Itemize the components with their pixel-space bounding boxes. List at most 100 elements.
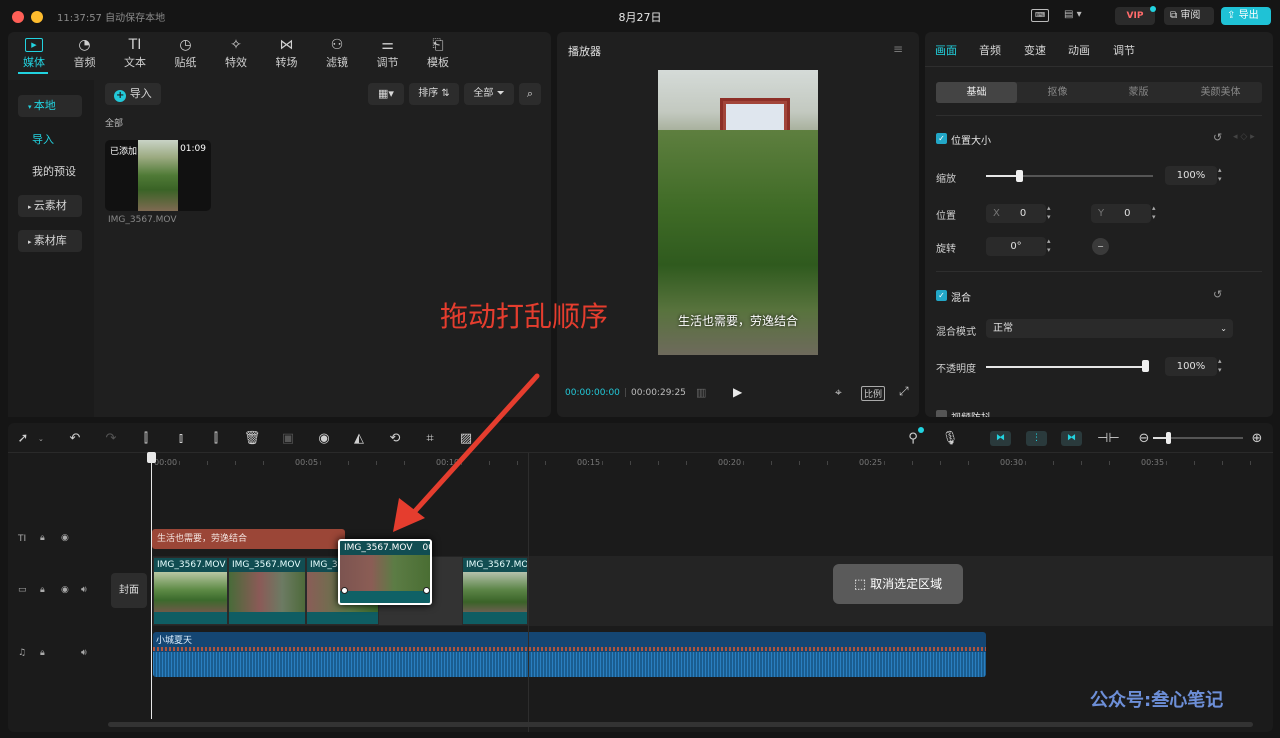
position-label: 位置	[936, 211, 956, 222]
sidebar-item-local[interactable]: ▾ 本地	[18, 95, 82, 117]
video-clip[interactable]: IMG_3567.MOV	[153, 557, 228, 625]
media-asset-card[interactable]: 已添加 01:09	[105, 140, 211, 211]
ratio-button[interactable]: 比例	[861, 386, 886, 401]
close-window-button[interactable]	[12, 11, 24, 23]
text-track-eye-icon[interactable]: ◉	[61, 533, 69, 543]
position-x-field[interactable]: X0	[986, 204, 1046, 223]
blend-checkbox[interactable]: ✓	[936, 290, 947, 301]
effects-icon: ✧	[230, 37, 242, 53]
fullscreen-capture-icon[interactable]: ⌖	[835, 385, 842, 400]
filter-button[interactable]: 全部 ⏷	[464, 83, 514, 105]
position-y-stepper-icon[interactable]: ▴ ▾	[1152, 204, 1156, 222]
tab-animation[interactable]: 动画	[1068, 42, 1090, 58]
trim-handle-right[interactable]	[423, 587, 430, 594]
rotate-field[interactable]: 0°	[986, 237, 1046, 256]
vip-notification-dot	[1150, 6, 1156, 12]
export-button[interactable]: ⇪ 导出	[1221, 7, 1271, 25]
sidebar-item-cloud[interactable]: ▸ 云素材	[18, 195, 82, 217]
sidebar-item-import[interactable]: 导入	[18, 129, 82, 151]
annotation-text: 拖动打乱顺序	[440, 300, 609, 333]
rotate-dial-icon[interactable]: −	[1092, 238, 1109, 255]
horizontal-scrollbar[interactable]	[108, 722, 1253, 727]
review-button[interactable]: ⧉ 审阅	[1164, 7, 1214, 25]
section-all-label: 全部	[105, 119, 124, 129]
cover-button[interactable]: 封面	[111, 573, 147, 608]
subtab-basic[interactable]: 基础	[936, 82, 1017, 103]
menu-icon[interactable]: ≡	[893, 42, 903, 56]
position-x-stepper-icon[interactable]: ▴ ▾	[1047, 204, 1051, 222]
position-y-field[interactable]: Y0	[1091, 204, 1151, 223]
opacity-slider-handle[interactable]	[1142, 360, 1149, 372]
vip-button[interactable]: VIP	[1115, 7, 1155, 25]
tab-picture[interactable]: 画面	[935, 42, 957, 58]
scale-stepper-icon[interactable]: ▴ ▾	[1218, 166, 1222, 184]
tab-filter[interactable]: ⚇ 滤镜	[313, 36, 361, 70]
reset-icon[interactable]: ↺	[1213, 131, 1222, 144]
scale-slider-fill	[986, 175, 1020, 177]
ruler-tick-label: 00:30	[1000, 458, 1024, 467]
layout-menu-icon[interactable]: ▤ ▾	[1064, 9, 1094, 22]
play-icon[interactable]: ▶	[733, 385, 742, 399]
view-mode-button[interactable]: ▦▾	[368, 83, 404, 105]
keyboard-icon[interactable]: ⌨	[1031, 9, 1049, 22]
stabilize-checkbox[interactable]	[936, 410, 947, 417]
video-track-lock-icon[interactable]: 🔒︎	[40, 585, 45, 595]
subtab-beauty[interactable]: 美颜美体	[1179, 82, 1262, 103]
audio-clip[interactable]: 小城夏天	[153, 632, 986, 677]
timeline-ruler[interactable]: 00:00 00:05 00:10 00:15 00:20 00:25 00:30 00:35	[8, 423, 1273, 473]
video-track-eye-icon[interactable]: ◉	[61, 585, 69, 595]
sort-button[interactable]: 排序 ⇅	[409, 83, 459, 105]
video-preview[interactable]: 生活也需要，劳逸结合	[658, 70, 818, 355]
expand-icon[interactable]: ⤢	[899, 384, 909, 399]
subtab-cutout[interactable]: 抠像	[1017, 82, 1098, 103]
tab-sticker[interactable]: ◷ 贴纸	[162, 36, 210, 70]
ruler-minor-tick	[1109, 461, 1110, 465]
dragged-video-clip[interactable]: IMG_3567.MOV00	[338, 539, 432, 605]
audio-track-lock-icon[interactable]: 🔒︎	[40, 648, 45, 658]
tab-text[interactable]: TI 文本	[111, 36, 159, 70]
keyframe-arrows-icon[interactable]: ◂ ◇ ▸	[1233, 132, 1255, 142]
playhead-handle[interactable]	[147, 452, 156, 463]
import-button[interactable]: + 导入	[105, 83, 161, 105]
text-clip[interactable]: 生活也需要，劳逸结合	[152, 529, 345, 549]
audio-icon: ◔	[78, 37, 91, 53]
ruler-minor-tick	[940, 461, 941, 465]
scale-field[interactable]: 100%	[1165, 166, 1217, 185]
trim-handle-left[interactable]	[341, 587, 348, 594]
subtab-mask[interactable]: 蒙版	[1098, 82, 1179, 103]
video-clip[interactable]: IMG_3567.MOV	[228, 557, 306, 625]
position-size-checkbox[interactable]: ✓	[936, 133, 947, 144]
waveform-toggle-icon[interactable]: ▥	[696, 386, 706, 399]
sidebar-item-presets[interactable]: 我的预设	[18, 161, 94, 183]
tab-media[interactable]: ▶ 媒体	[10, 36, 58, 70]
sidebar-item-library[interactable]: ▸ 素材库	[18, 230, 82, 252]
blend-mode-select[interactable]: 正常 ⌄	[986, 319, 1233, 338]
opacity-stepper-icon[interactable]: ▴ ▾	[1218, 357, 1222, 375]
tab-speed[interactable]: 变速	[1024, 42, 1046, 58]
ruler-tick-label: 00:20	[718, 458, 742, 467]
opacity-field[interactable]: 100%	[1165, 357, 1217, 376]
ruler-minor-tick	[602, 461, 603, 465]
audio-track-volume-icon[interactable]: 🔊︎	[81, 648, 87, 658]
tab-audio[interactable]: 音频	[979, 42, 1001, 58]
tab-template[interactable]: ⎗ 模板	[414, 36, 462, 70]
text-track-lock-icon[interactable]: 🔒︎	[40, 533, 45, 543]
minimize-window-button[interactable]	[31, 11, 43, 23]
search-icon[interactable]: ⌕	[519, 83, 541, 105]
video-clip[interactable]: IMG_3567.MOV	[462, 557, 528, 625]
deselect-region-button[interactable]: ⬚ 取消选定区域	[833, 564, 963, 604]
video-track-audio-icon[interactable]: 🔊︎	[81, 585, 87, 595]
tab-transition[interactable]: ⋈ 转场	[263, 36, 311, 70]
clip-thumbnail	[229, 572, 305, 612]
ruler-minor-tick	[771, 461, 772, 465]
ruler-minor-tick	[686, 461, 687, 465]
rotate-stepper-icon[interactable]: ▴ ▾	[1047, 237, 1051, 255]
tab-adjust[interactable]: ⚌ 调节	[364, 36, 412, 70]
blend-reset-icon[interactable]: ↺	[1213, 288, 1222, 301]
playhead[interactable]	[151, 459, 152, 719]
ruler-tick-label: 00:25	[859, 458, 883, 467]
tab-adjust[interactable]: 调节	[1113, 42, 1135, 58]
tab-effects[interactable]: ✧ 特效	[212, 36, 260, 70]
tab-audio[interactable]: ◔ 音频	[61, 36, 109, 70]
scale-slider-handle[interactable]	[1016, 170, 1023, 182]
